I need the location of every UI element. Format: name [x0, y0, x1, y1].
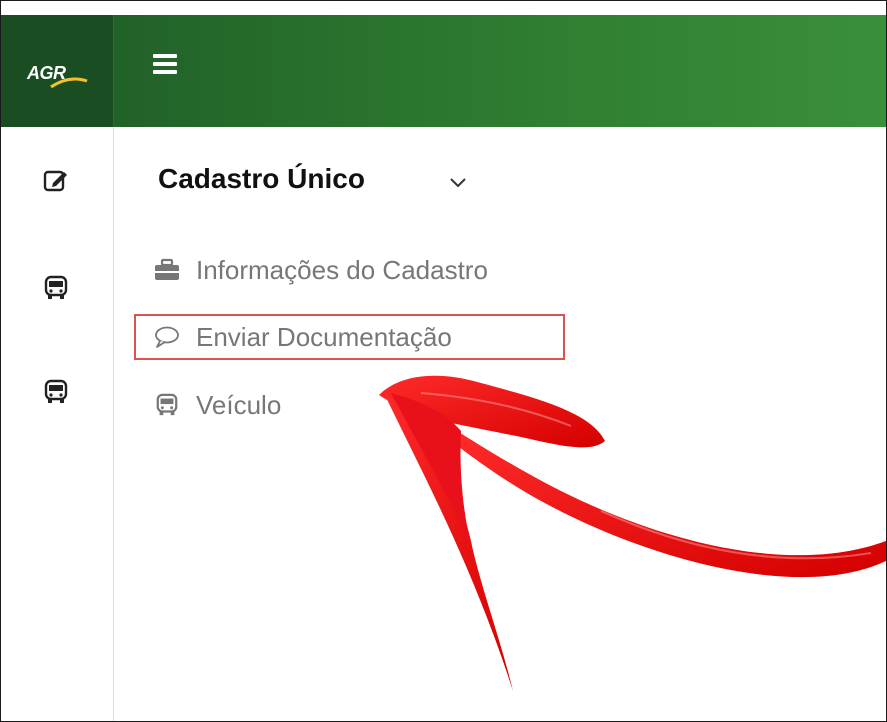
menu-item-label: Enviar Documentação — [196, 321, 452, 352]
menu-item-label: Veículo — [196, 389, 282, 420]
bus-icon — [154, 392, 180, 418]
menu-item-label: Informações do Cadastro — [196, 254, 488, 285]
section-title[interactable]: Cadastro Único — [158, 163, 365, 195]
main-content: Cadastro Único Informações do Cadastro E… — [114, 127, 886, 721]
hamburger-icon[interactable] — [153, 54, 179, 76]
logo-swoosh-icon — [50, 77, 88, 89]
menu-item-enviar-documentacao[interactable]: Enviar Documentação — [154, 318, 452, 356]
logo[interactable]: AGR — [1, 15, 114, 127]
app-frame: AGR Cadastro Único Informações do Cadast… — [0, 0, 887, 722]
briefcase-icon — [154, 257, 180, 283]
bus-icon[interactable] — [43, 275, 69, 301]
sidebar — [1, 127, 114, 721]
menu-item-informacoes[interactable]: Informações do Cadastro — [154, 251, 488, 289]
bus-icon[interactable] — [43, 379, 69, 405]
edit-icon[interactable] — [43, 167, 69, 193]
chevron-down-icon[interactable] — [449, 176, 467, 188]
menu-item-veiculo[interactable]: Veículo — [154, 386, 281, 424]
top-bar: AGR — [1, 15, 886, 127]
comment-icon — [154, 324, 180, 350]
